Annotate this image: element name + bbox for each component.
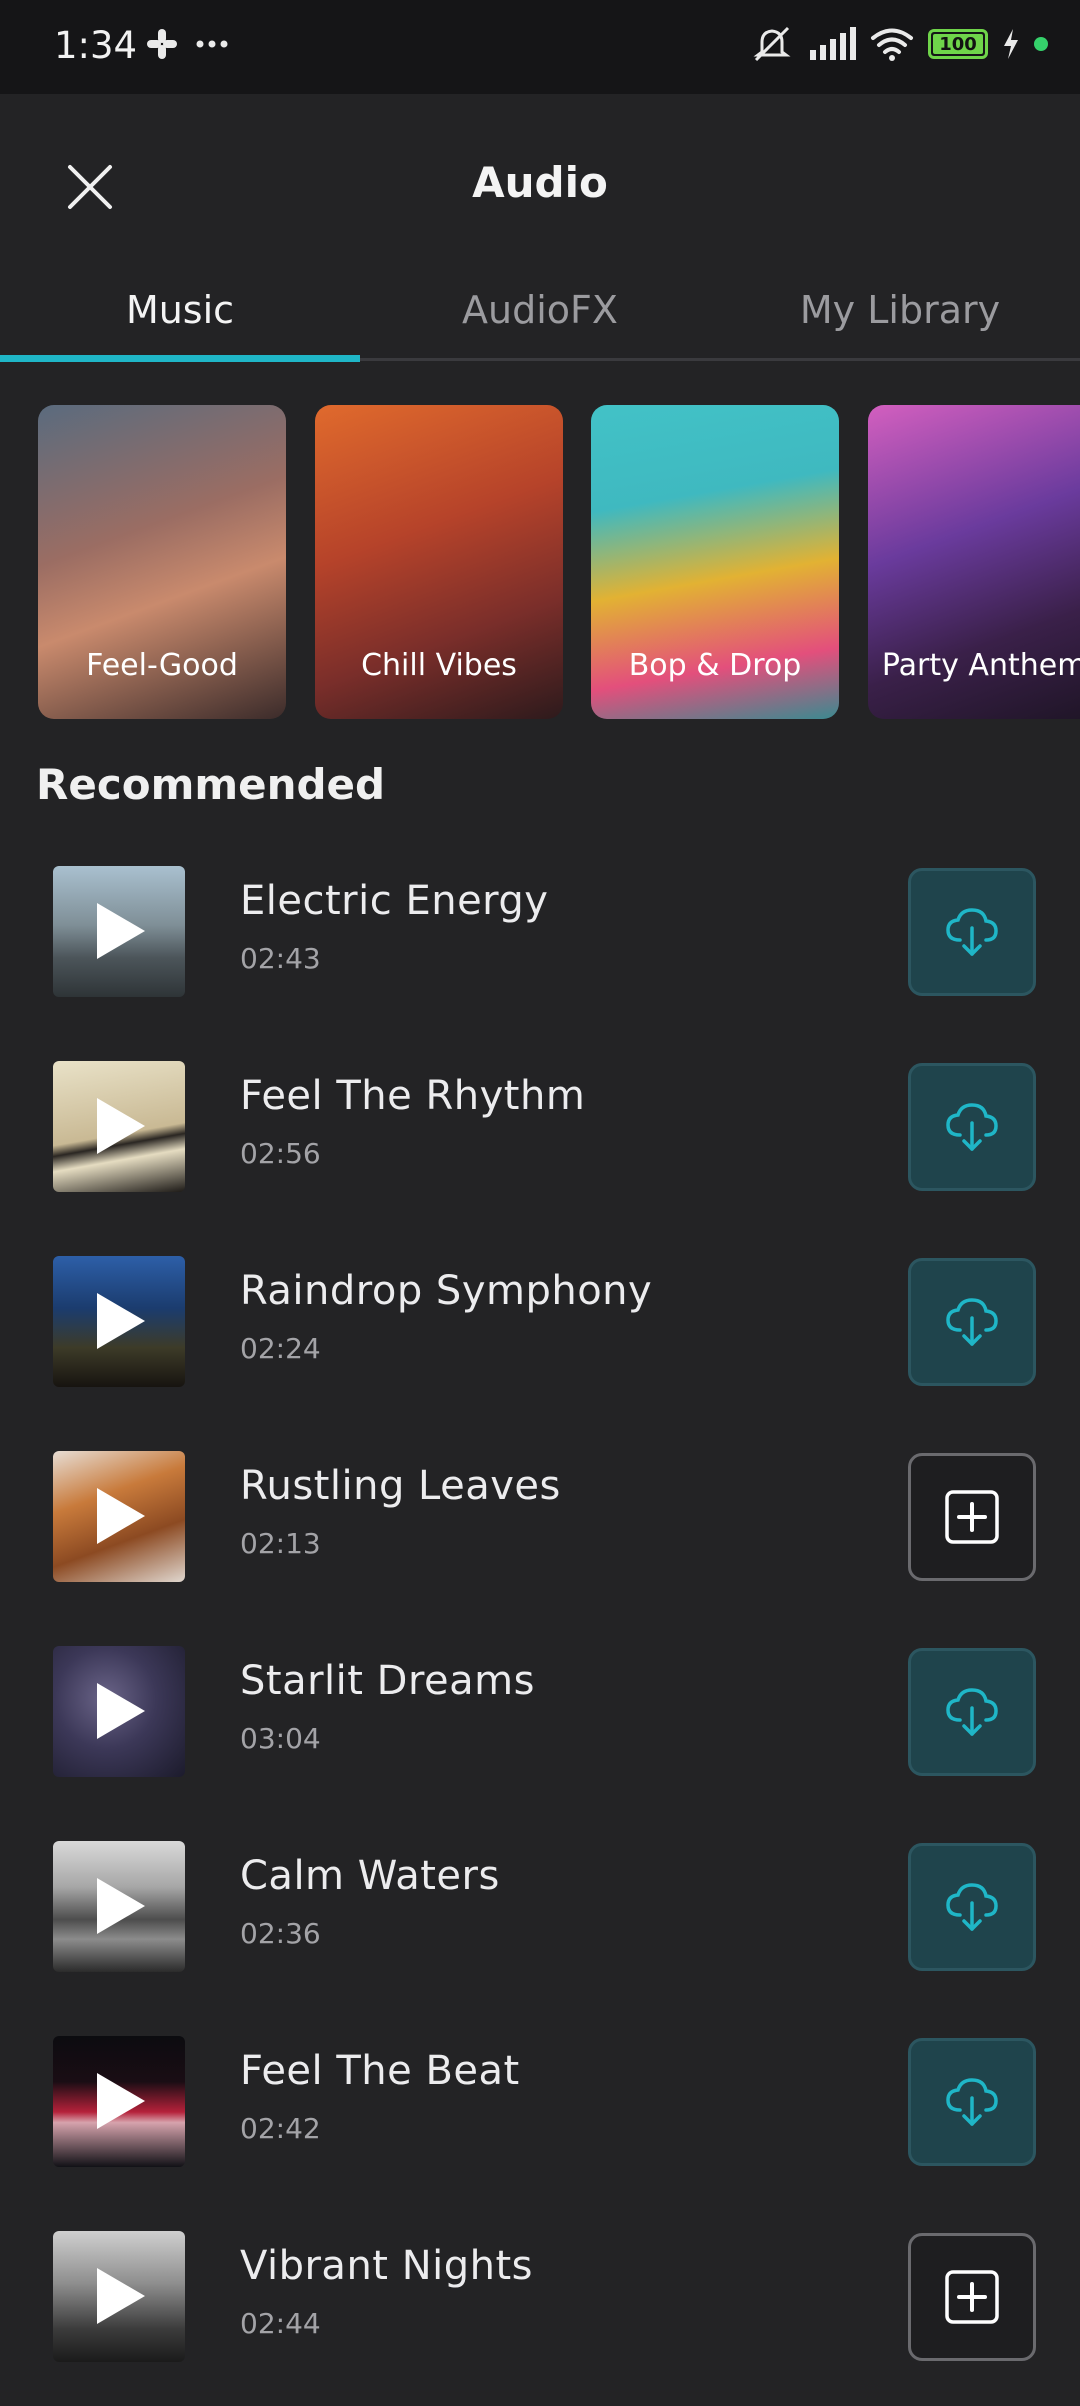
- list-item[interactable]: Vibrant Nights 02:44: [0, 2211, 1080, 2406]
- tab-my-library[interactable]: My Library: [720, 288, 1080, 332]
- signal-icon: [810, 27, 856, 60]
- list-item[interactable]: Calm Waters 02:36: [0, 1821, 1080, 2016]
- charging-icon: [1004, 29, 1018, 59]
- download-button[interactable]: [908, 1843, 1036, 1971]
- category-label: Chill Vibes: [361, 648, 517, 683]
- more-notifications-icon: [196, 40, 228, 48]
- status-bar: 1:34 100: [0, 0, 1080, 94]
- download-icon: [946, 1103, 998, 1151]
- list-item[interactable]: Raindrop Symphony 02:24: [0, 1236, 1080, 1431]
- category-carousel[interactable]: Feel-Good Chill Vibes Bop & Drop Party A…: [38, 405, 1080, 719]
- slack-icon: [147, 29, 177, 59]
- play-icon[interactable]: [93, 1874, 149, 1938]
- add-button[interactable]: [908, 2233, 1036, 2361]
- add-icon: [945, 2270, 999, 2324]
- play-icon[interactable]: [93, 1679, 149, 1743]
- download-icon: [946, 2078, 998, 2126]
- tab-bar: Music AudioFX My Library: [0, 272, 1080, 362]
- category-card-chill-vibes[interactable]: Chill Vibes: [315, 405, 563, 719]
- track-title: Vibrant Nights: [240, 2243, 533, 2289]
- download-button[interactable]: [908, 1648, 1036, 1776]
- add-button[interactable]: [908, 1453, 1036, 1581]
- download-icon: [946, 1883, 998, 1931]
- list-item[interactable]: Rustling Leaves 02:13: [0, 1431, 1080, 1626]
- track-thumbnail[interactable]: [53, 1256, 185, 1387]
- track-duration: 02:13: [240, 1527, 321, 1560]
- tab-audiofx[interactable]: AudioFX: [360, 288, 720, 332]
- track-title: Rustling Leaves: [240, 1463, 561, 1509]
- category-card-bop-and-drop[interactable]: Bop & Drop: [591, 405, 839, 719]
- track-thumbnail[interactable]: [53, 1646, 185, 1777]
- track-duration: 02:44: [240, 2307, 321, 2340]
- track-thumbnail[interactable]: [53, 1451, 185, 1582]
- download-button[interactable]: [908, 1258, 1036, 1386]
- download-icon: [946, 1688, 998, 1736]
- track-title: Calm Waters: [240, 1853, 500, 1899]
- play-icon[interactable]: [93, 899, 149, 963]
- download-button[interactable]: [908, 868, 1036, 996]
- list-item[interactable]: Feel The Beat 02:42: [0, 2016, 1080, 2211]
- status-time: 1:34: [54, 24, 138, 67]
- track-duration: 02:56: [240, 1137, 321, 1170]
- download-button[interactable]: [908, 1063, 1036, 1191]
- download-button[interactable]: [908, 2038, 1036, 2166]
- track-title: Starlit Dreams: [240, 1658, 535, 1704]
- track-duration: 02:42: [240, 2112, 321, 2145]
- list-item[interactable]: Electric Energy 02:43: [0, 846, 1080, 1041]
- list-item[interactable]: Feel The Rhythm 02:56: [0, 1041, 1080, 1236]
- track-thumbnail[interactable]: [53, 2036, 185, 2167]
- play-icon[interactable]: [93, 1289, 149, 1353]
- track-duration: 03:04: [240, 1722, 321, 1755]
- download-icon: [946, 1298, 998, 1346]
- active-tab-indicator: [0, 355, 360, 362]
- header: Audio: [0, 94, 1080, 274]
- track-title: Electric Energy: [240, 878, 549, 924]
- play-icon[interactable]: [93, 1484, 149, 1548]
- download-icon: [946, 908, 998, 956]
- track-title: Feel The Beat: [240, 2048, 520, 2094]
- track-duration: 02:24: [240, 1332, 321, 1365]
- track-title: Feel The Rhythm: [240, 1073, 586, 1119]
- category-label: Feel-Good: [86, 648, 238, 683]
- track-thumbnail[interactable]: [53, 1841, 185, 1972]
- wifi-icon: [871, 28, 913, 61]
- category-label: Bop & Drop: [628, 648, 802, 683]
- track-thumbnail[interactable]: [53, 866, 185, 997]
- category-card-party-anthems[interactable]: Party Anthems: [868, 405, 1080, 719]
- page-title: Audio: [472, 158, 608, 207]
- tab-music[interactable]: Music: [0, 288, 360, 332]
- track-duration: 02:36: [240, 1917, 321, 1950]
- category-label: Party Anthems: [881, 648, 1080, 683]
- play-icon[interactable]: [93, 2264, 149, 2328]
- privacy-indicator-dot: [1034, 37, 1048, 51]
- category-card-feel-good[interactable]: Feel-Good: [38, 405, 286, 719]
- track-thumbnail[interactable]: [53, 1061, 185, 1192]
- battery-icon: 100: [928, 29, 988, 59]
- section-title-recommended: Recommended: [36, 760, 386, 809]
- add-icon: [945, 1490, 999, 1544]
- play-icon[interactable]: [93, 1094, 149, 1158]
- play-icon[interactable]: [93, 2069, 149, 2133]
- track-title: Raindrop Symphony: [240, 1268, 653, 1314]
- list-item[interactable]: Starlit Dreams 03:04: [0, 1626, 1080, 1821]
- track-thumbnail[interactable]: [53, 2231, 185, 2362]
- silent-bell-icon: [753, 26, 791, 62]
- track-duration: 02:43: [240, 942, 321, 975]
